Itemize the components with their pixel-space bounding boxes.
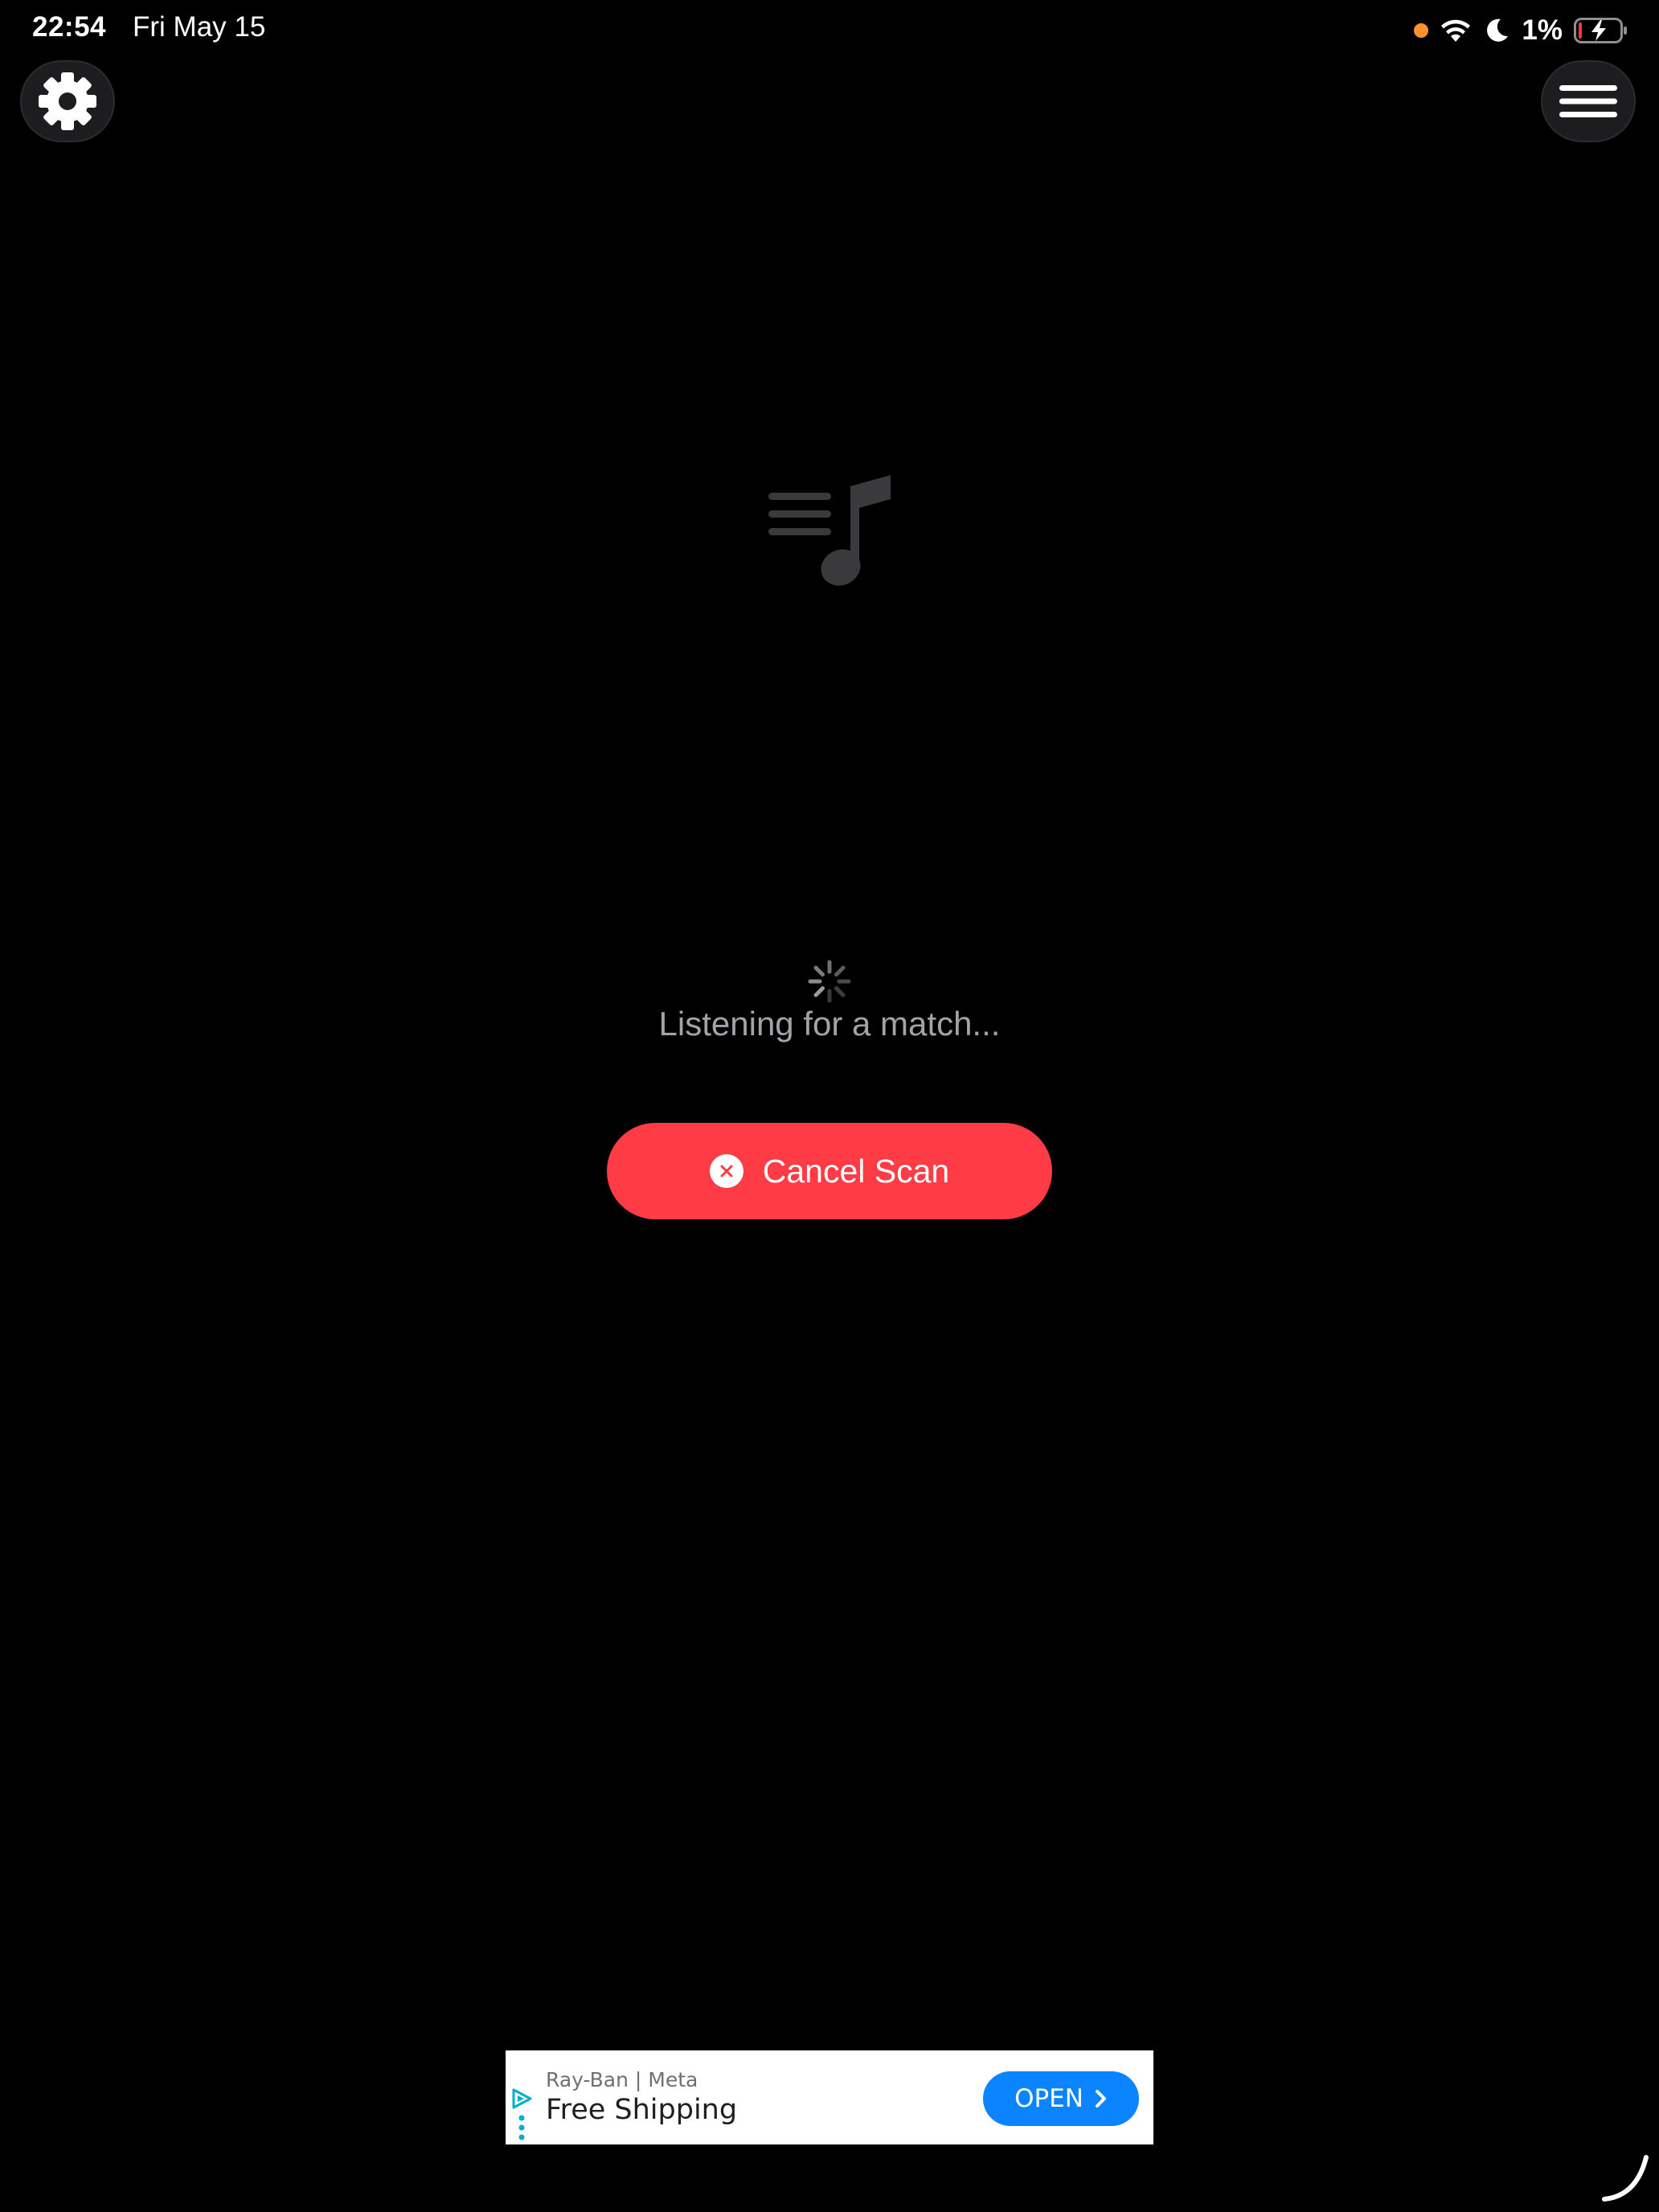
ad-banner[interactable]: Ray-Ban | Meta Free Shipping OPEN xyxy=(506,2050,1153,2144)
menu-button[interactable] xyxy=(1541,60,1636,142)
moon-icon xyxy=(1487,18,1509,42)
ad-open-label: OPEN xyxy=(1014,2084,1083,2113)
status-date: Fri May 15 xyxy=(133,11,266,43)
battery-charging-icon xyxy=(1574,18,1627,43)
wifi-icon xyxy=(1441,19,1471,42)
ad-options-dots-icon[interactable] xyxy=(518,2115,525,2140)
resize-corner-icon[interactable] xyxy=(1601,2154,1649,2202)
ad-choices-icon[interactable] xyxy=(510,2087,533,2110)
chevron-right-icon xyxy=(1095,2090,1106,2108)
cancel-scan-label: Cancel Scan xyxy=(762,1152,950,1190)
battery-percentage: 1% xyxy=(1522,14,1563,46)
status-indicators: 1% xyxy=(1414,11,1628,50)
ad-open-button[interactable]: OPEN xyxy=(983,2071,1139,2126)
cancel-scan-button[interactable]: Cancel Scan xyxy=(607,1123,1052,1219)
ad-headline-text: Free Shipping xyxy=(546,2094,738,2126)
mic-indicator-icon xyxy=(1414,23,1429,38)
hamburger-menu-icon xyxy=(1559,85,1617,117)
status-time: 22:54 xyxy=(32,11,107,43)
close-circle-icon xyxy=(709,1154,743,1188)
playlist-music-note-icon xyxy=(768,475,891,586)
listening-status-text: Listening for a match... xyxy=(658,1005,1001,1043)
loading-spinner-icon xyxy=(808,960,851,1003)
status-bar: 22:54 Fri May 15 1% xyxy=(0,0,1659,59)
gear-icon xyxy=(39,72,96,130)
settings-button[interactable] xyxy=(20,60,115,142)
ad-brand-text: Ray-Ban | Meta xyxy=(546,2068,698,2091)
